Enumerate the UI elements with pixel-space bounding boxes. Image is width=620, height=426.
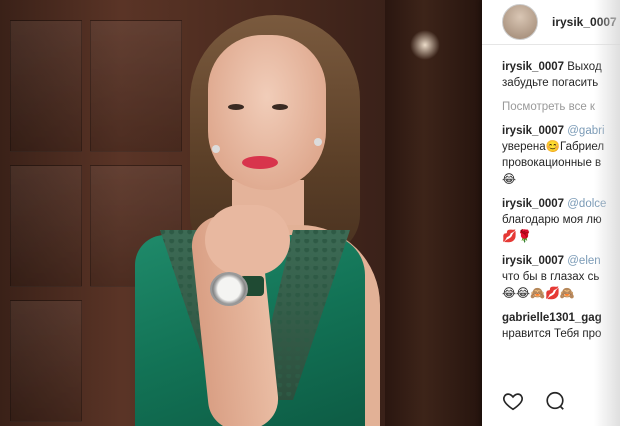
comment-mention[interactable]: @dolce <box>567 198 606 210</box>
earring <box>212 145 220 153</box>
comment-item: irysik_0007 @elen что бы в глазах сь 😂😂🙈… <box>502 253 620 302</box>
comment-username[interactable]: gabrielle1301_gag <box>502 312 602 324</box>
eye <box>272 104 288 110</box>
lips <box>242 156 278 169</box>
wall-panel <box>10 300 82 422</box>
comment-text: благодарю моя лю <box>502 214 602 226</box>
caption: irysik_0007 Выход забудьте погасить <box>502 59 620 91</box>
comment-item: irysik_0007 @gabri уверена😊Габриел прово… <box>502 123 620 188</box>
comment-username[interactable]: irysik_0007 <box>502 198 564 210</box>
light-glare <box>410 30 440 60</box>
caption-text: Выход <box>567 61 602 73</box>
wristwatch <box>210 272 248 306</box>
wall-panel <box>10 20 82 152</box>
caption-text-line2: забудьте погасить <box>502 77 599 89</box>
wall-panel <box>10 165 82 287</box>
comment-username[interactable]: irysik_0007 <box>502 125 564 137</box>
hand <box>205 205 290 275</box>
door <box>385 0 482 426</box>
comment-username[interactable]: irysik_0007 <box>502 255 564 267</box>
instagram-sidebar: irysik_0007 irysik_0007 Выход забудьте п… <box>482 0 620 426</box>
comment-text: провокационные в <box>502 157 602 169</box>
comments-section: irysik_0007 Выход забудьте погасить Посм… <box>482 45 620 342</box>
wall-panel <box>90 20 182 152</box>
post-photo <box>0 0 482 426</box>
eye <box>228 104 244 110</box>
comment-text: нравится Тебя про <box>502 328 602 340</box>
post-header: irysik_0007 <box>482 0 620 45</box>
earring <box>314 138 322 146</box>
comment-text: уверена😊Габриел <box>502 141 605 153</box>
comment-icon[interactable] <box>544 390 566 417</box>
comment-emoji: 💋🌹 <box>502 229 532 243</box>
comment-mention[interactable]: @elen <box>567 255 600 267</box>
username[interactable]: irysik_0007 <box>552 15 617 29</box>
instagram-post-view: irysik_0007 irysik_0007 Выход забудьте п… <box>0 0 620 426</box>
view-all-comments-link[interactable]: Посмотреть все к <box>502 99 620 115</box>
comment-item: gabrielle1301_gag нравится Тебя про <box>502 310 620 342</box>
comment-emoji: 😂 <box>502 172 517 186</box>
post-actions <box>502 390 566 417</box>
comment-mention[interactable]: @gabri <box>567 125 604 137</box>
caption-username[interactable]: irysik_0007 <box>502 61 564 73</box>
comment-text: что бы в глазах сь <box>502 271 600 283</box>
heart-icon[interactable] <box>502 390 524 417</box>
comment-item: irysik_0007 @dolce благодарю моя лю 💋🌹 <box>502 196 620 245</box>
comment-emoji: 😂😂🙈💋🙈 <box>502 286 575 300</box>
avatar[interactable] <box>502 4 538 40</box>
